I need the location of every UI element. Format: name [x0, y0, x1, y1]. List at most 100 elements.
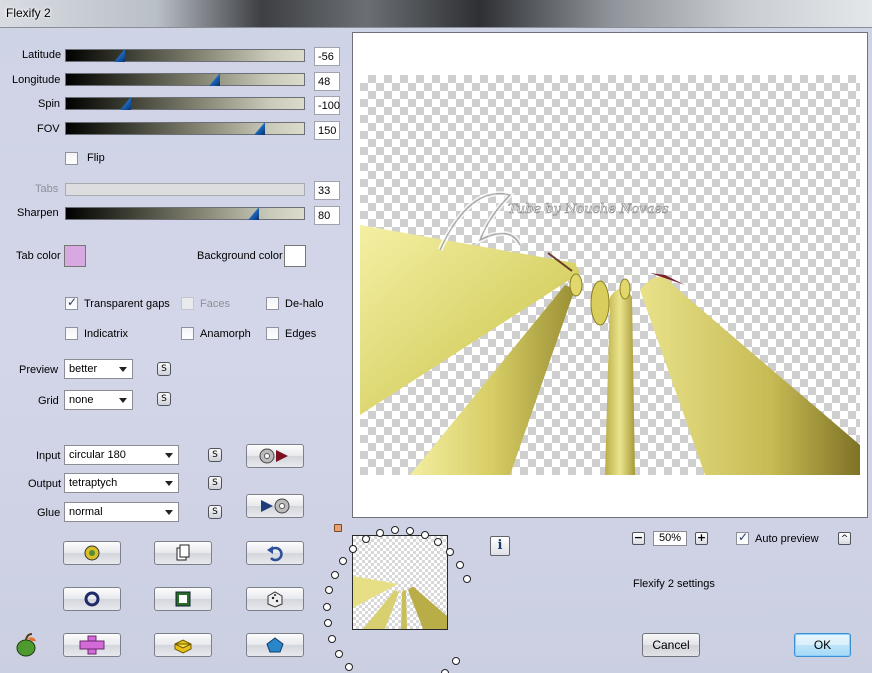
zoom-out-button[interactable]: − — [632, 532, 645, 545]
view-dot[interactable] — [391, 526, 399, 534]
chevron-down-icon — [119, 398, 127, 403]
spin-slider-thumb[interactable] — [120, 97, 131, 110]
indicatrix-checkbox[interactable] — [65, 327, 78, 340]
grid-s-button[interactable]: S — [157, 392, 171, 406]
view-dot[interactable] — [331, 571, 339, 579]
view-dot[interactable] — [421, 531, 429, 539]
view-dot[interactable] — [328, 635, 336, 643]
view-dot[interactable] — [349, 545, 357, 553]
view-dot[interactable] — [345, 663, 353, 671]
anamorph-checkbox[interactable] — [181, 327, 194, 340]
output-select-value: tetraptych — [69, 477, 118, 489]
grid-select[interactable]: none — [64, 390, 133, 410]
view-dot-active[interactable] — [334, 524, 342, 532]
play-disc-icon — [261, 498, 290, 514]
output-s-button[interactable]: S — [208, 476, 222, 490]
flip-checkbox[interactable] — [65, 152, 78, 165]
input-s-button[interactable]: S — [208, 448, 222, 462]
input-label: Input — [36, 450, 61, 462]
undo-button[interactable] — [246, 541, 304, 565]
view-dot[interactable] — [324, 619, 332, 627]
dice-button[interactable] — [246, 587, 304, 611]
view-dot[interactable] — [335, 650, 343, 658]
tabs-field: 33 — [314, 181, 340, 200]
info-button[interactable]: i — [490, 536, 510, 556]
view-dot[interactable] — [456, 561, 464, 569]
random-button[interactable] — [63, 541, 121, 565]
edges-label: Edges — [285, 328, 317, 340]
preview-s-button[interactable]: S — [157, 362, 171, 376]
glue-label: Glue — [37, 507, 61, 519]
de-halo-label: De-halo — [285, 298, 324, 310]
view-dot[interactable] — [323, 603, 331, 611]
transparent-gaps-label: Transparent gaps — [84, 298, 170, 310]
watermark-text: Tube by Nouche Novaes — [508, 202, 669, 217]
latitude-slider-thumb[interactable] — [114, 49, 125, 62]
thumbnail-render — [353, 576, 447, 629]
longitude-slider-thumb[interactable] — [209, 73, 220, 86]
background-color-label: Background color — [197, 250, 283, 262]
circle-button[interactable] — [63, 587, 121, 611]
spin-field[interactable]: -100 — [314, 96, 340, 115]
background-color-swatch[interactable] — [284, 245, 306, 267]
edges-checkbox[interactable] — [266, 327, 279, 340]
tab-color-swatch[interactable] — [64, 245, 86, 267]
copy-icon — [176, 544, 190, 561]
view-dot[interactable] — [376, 529, 384, 537]
sharpen-slider[interactable] — [65, 207, 305, 220]
view-dot[interactable] — [446, 548, 454, 556]
fov-field[interactable]: 150 — [314, 121, 340, 140]
save-output-button[interactable] — [246, 494, 304, 518]
fov-slider-thumb[interactable] — [254, 122, 265, 135]
preview-select-value: better — [69, 363, 98, 375]
longitude-field[interactable]: 48 — [314, 72, 340, 91]
thumbnail-image — [353, 536, 447, 629]
dice-random-icon — [84, 545, 100, 561]
glue-s-button[interactable]: S — [208, 505, 222, 519]
de-halo-checkbox[interactable] — [266, 297, 279, 310]
preview-canvas[interactable]: Tube by Nouche Novaes — [352, 32, 868, 518]
output-select[interactable]: tetraptych — [64, 473, 179, 493]
input-select[interactable]: circular 180 — [64, 445, 179, 465]
sharpen-label: Sharpen — [17, 207, 59, 219]
brick-button[interactable] — [154, 633, 212, 657]
copy-button[interactable] — [154, 541, 212, 565]
spin-slider[interactable] — [65, 97, 305, 110]
view-dot[interactable] — [434, 538, 442, 546]
cross-button[interactable] — [63, 633, 121, 657]
thumbnail-navigator[interactable] — [352, 535, 448, 630]
fov-slider[interactable] — [65, 122, 305, 135]
spin-label: Spin — [38, 98, 61, 110]
view-dot[interactable] — [406, 527, 414, 535]
longitude-slider[interactable] — [65, 73, 305, 86]
zoom-in-button[interactable]: + — [695, 532, 708, 545]
collapse-button[interactable]: ^ — [838, 532, 851, 545]
square-button[interactable] — [154, 587, 212, 611]
preview-select[interactable]: better — [64, 359, 133, 379]
glue-select[interactable]: normal — [64, 502, 179, 522]
sharpen-field[interactable]: 80 — [314, 206, 340, 225]
view-dot[interactable] — [463, 575, 471, 583]
view-dot[interactable] — [452, 657, 460, 665]
latitude-field[interactable]: -56 — [314, 47, 340, 66]
brick-icon — [174, 639, 192, 654]
latitude-slider[interactable] — [65, 49, 305, 62]
disc-play-icon — [259, 448, 288, 464]
cancel-button[interactable]: Cancel — [642, 633, 700, 657]
transparent-gaps-checkbox[interactable] — [65, 295, 78, 310]
pentagon-button[interactable] — [246, 633, 304, 657]
ring-icon — [84, 591, 100, 607]
pear-logo-icon — [16, 633, 36, 657]
square-icon — [175, 591, 191, 607]
dice-icon — [267, 591, 283, 608]
sharpen-slider-thumb[interactable] — [248, 207, 259, 220]
cross-grid-icon — [79, 635, 105, 655]
view-dot[interactable] — [441, 669, 449, 673]
load-input-button[interactable] — [246, 444, 304, 468]
auto-preview-checkbox[interactable] — [736, 530, 749, 545]
ok-button[interactable]: OK — [794, 633, 851, 657]
settings-caption: Flexify 2 settings — [633, 578, 715, 590]
view-dot[interactable] — [339, 557, 347, 565]
view-dot[interactable] — [325, 586, 333, 594]
view-dot[interactable] — [362, 535, 370, 543]
